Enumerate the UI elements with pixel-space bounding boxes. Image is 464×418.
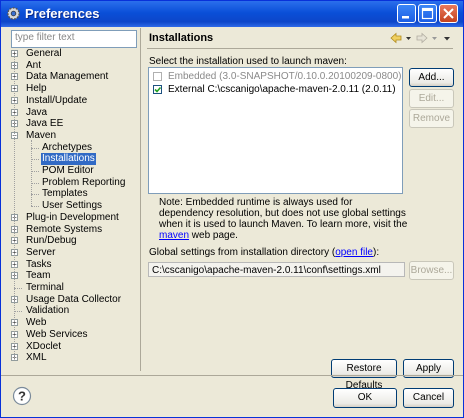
installation-checkbox[interactable]: [153, 72, 162, 81]
preferences-window: Preferences type filter text + General + An…: [0, 0, 464, 418]
cancel-button[interactable]: Cancel: [403, 388, 454, 408]
add-button[interactable]: Add...: [409, 68, 454, 87]
tree-guide-line: [14, 57, 15, 358]
maximize-icon: [421, 7, 434, 20]
svg-text:?: ?: [18, 389, 26, 404]
browse-button[interactable]: Browse...: [409, 261, 454, 280]
ok-button[interactable]: OK: [333, 388, 397, 408]
tree-item-label: Help: [26, 83, 47, 94]
forward-arrow-icon[interactable]: [416, 32, 440, 44]
tree-connector: [14, 288, 22, 289]
tree-connector: [14, 311, 22, 312]
tree-connector: [31, 194, 39, 195]
tree-item-label: Plug-in Development: [26, 212, 119, 223]
tree-item-label: Data Management: [26, 71, 109, 82]
tree-item-label: XML: [26, 352, 47, 363]
window-title: Preferences: [25, 6, 100, 21]
global-settings-text-end: ):: [373, 247, 380, 258]
installations-list[interactable]: Embedded (3.0-SNAPSHOT/0.10.0.20100209-0…: [148, 67, 403, 194]
tree-guide-line: [31, 140, 32, 206]
edit-button[interactable]: Edit...: [409, 89, 454, 108]
sash-divider[interactable]: [140, 28, 141, 371]
tree-item-label: Templates: [42, 188, 88, 199]
tree-item-label: POM Editor: [42, 165, 94, 176]
tree-item-label: Validation: [26, 305, 70, 316]
tree-item-label: Installations: [41, 153, 96, 165]
tree-connector: [31, 183, 39, 184]
installation-label: External C:\cscanigo\apache-maven-2.0.11…: [168, 84, 396, 95]
global-settings-path-field[interactable]: C:\cscanigo\apache-maven-2.0.11\conf\set…: [148, 262, 405, 277]
tree-item-label: Server: [26, 247, 56, 258]
installation-label: Embedded (3.0-SNAPSHOT/0.10.0.20100209-0…: [168, 71, 402, 82]
page-title: Installations: [149, 32, 214, 44]
header-divider: [147, 48, 453, 49]
tree-item-label: Web: [26, 317, 47, 328]
remove-button[interactable]: Remove: [409, 109, 454, 128]
global-settings-text: Global settings from installation direct…: [149, 247, 336, 258]
note-text: Note: Embedded runtime is always used fo…: [159, 197, 408, 230]
close-icon: [443, 8, 454, 19]
embedded-runtime-note: Note: Embedded runtime is always used fo…: [159, 197, 409, 241]
expand-icon[interactable]: +: [11, 50, 18, 58]
tree-item-label: Run/Debug: [26, 235, 77, 246]
footer-divider: [1, 375, 463, 376]
tree-item-label: Web Services: [26, 329, 88, 340]
tree-connector: [31, 171, 39, 172]
minimize-icon: [402, 16, 409, 19]
checkmark-icon: [154, 86, 162, 93]
preferences-tree: + General + Ant + Data Management + Help + Instal…: [11, 48, 135, 368]
maven-link[interactable]: maven: [159, 230, 189, 241]
tree-item-label: Team: [26, 270, 51, 281]
tree-item-label: General: [26, 48, 62, 59]
tree-item-label: Maven: [26, 130, 57, 141]
back-arrow-icon[interactable]: [390, 32, 414, 44]
installation-checkbox[interactable]: [153, 85, 162, 94]
global-settings-label: Global settings from installation direct…: [149, 247, 379, 258]
close-button[interactable]: [439, 4, 458, 23]
note-text-end: web page.: [189, 230, 238, 241]
maximize-button[interactable]: [418, 4, 437, 23]
help-icon[interactable]: ?: [12, 386, 32, 406]
installations-description: Select the installation used to launch m…: [149, 56, 347, 67]
minimize-button[interactable]: [397, 4, 416, 23]
tree-connector: [31, 206, 39, 207]
gear-icon: [7, 7, 20, 20]
tree-connector: [31, 148, 39, 149]
tree-connector: [31, 159, 39, 160]
open-file-link[interactable]: open file: [335, 247, 373, 258]
tree-item-label: Java EE: [26, 118, 64, 129]
view-menu-icon[interactable]: [443, 32, 453, 44]
tree-item-label: User Settings: [42, 200, 103, 211]
tree-item-label: Install/Update: [26, 95, 88, 106]
filter-input[interactable]: type filter text: [11, 30, 137, 48]
tree-item-label: Terminal: [26, 282, 64, 293]
title-bar[interactable]: Preferences: [1, 1, 463, 27]
